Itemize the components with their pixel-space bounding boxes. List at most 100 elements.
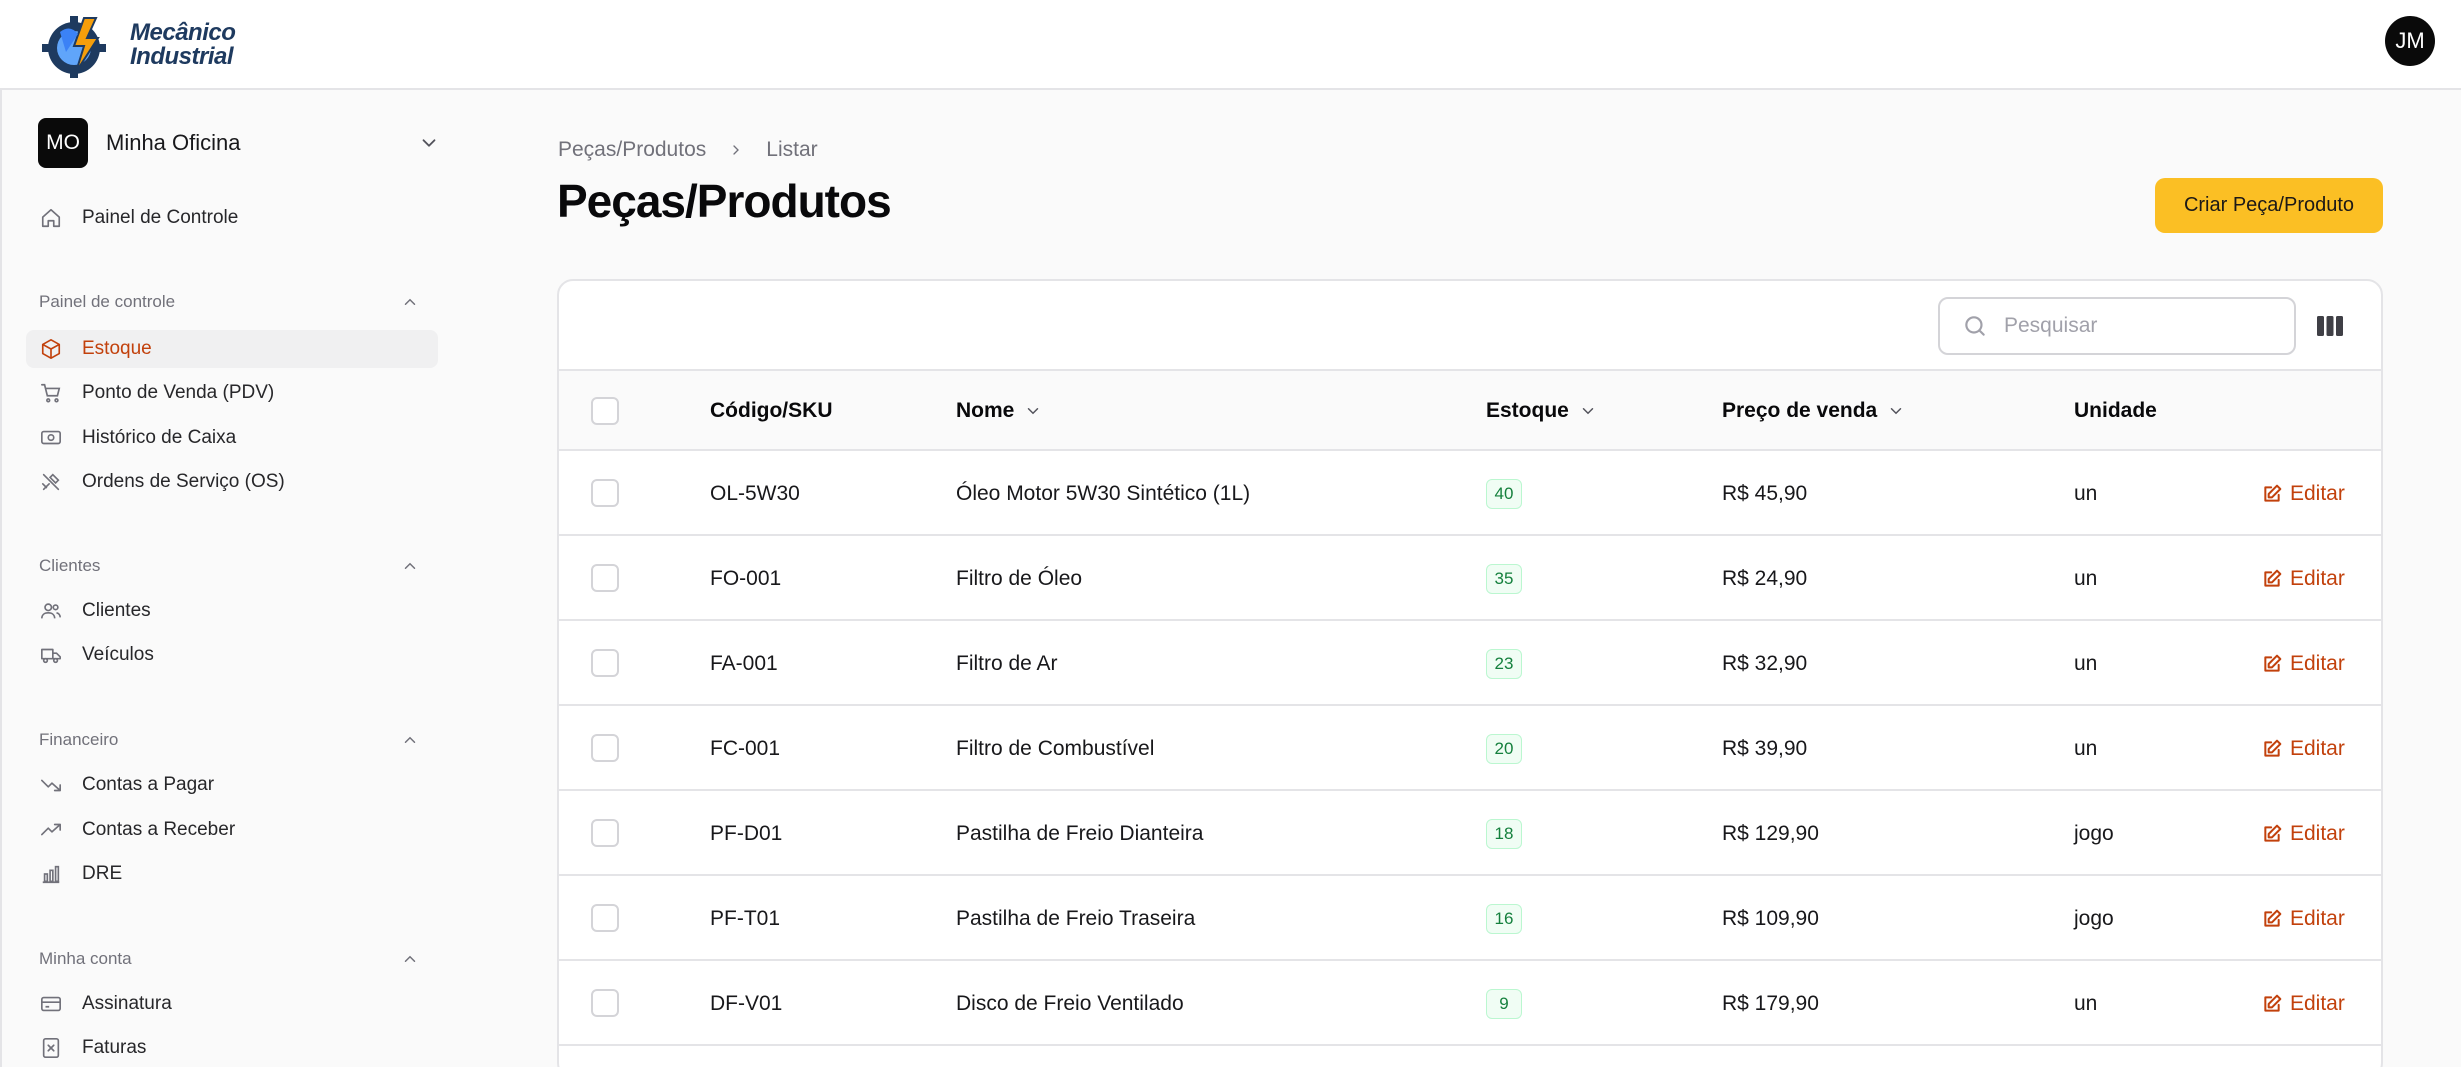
cell-price: R$ 45,90 bbox=[1722, 481, 1808, 505]
cell-name: Disco de Freio Ventilado bbox=[956, 991, 1184, 1015]
cell-name: Pastilha de Freio Dianteira bbox=[956, 821, 1204, 845]
org-switcher[interactable]: MO Minha Oficina bbox=[38, 118, 448, 168]
nav-ordens-servico[interactable]: Ordens de Serviço (OS) bbox=[26, 463, 438, 501]
breadcrumb-item-products[interactable]: Peças/Produtos bbox=[558, 138, 706, 162]
group-financeiro[interactable]: Financeiro bbox=[39, 728, 419, 752]
logo-gear-icon bbox=[40, 12, 126, 78]
main-content: Peças/Produtos Listar Peças/Produtos Cri… bbox=[458, 90, 2461, 1067]
group-painel-de-controle[interactable]: Painel de controle bbox=[39, 290, 419, 314]
column-header-name[interactable]: Nome bbox=[956, 371, 1042, 451]
edit-link[interactable]: Editar bbox=[2262, 822, 2345, 846]
nav-assinatura[interactable]: Assinatura bbox=[26, 985, 438, 1023]
column-header-sku: Código/SKU bbox=[710, 399, 833, 422]
cell-unit: un bbox=[2074, 991, 2098, 1015]
cell-price: R$ 32,90 bbox=[1722, 651, 1808, 675]
column-header-unit: Unidade bbox=[2074, 399, 2157, 422]
nav-dre[interactable]: DRE bbox=[26, 855, 438, 893]
app-logo[interactable]: Mecânico Industrial bbox=[40, 10, 236, 80]
org-avatar: MO bbox=[38, 118, 88, 168]
cell-name: Filtro de Ar bbox=[956, 651, 1058, 675]
nav-contas-pagar[interactable]: Contas a Pagar bbox=[26, 766, 438, 804]
cash-icon bbox=[40, 427, 62, 449]
sort-chevron-icon bbox=[1028, 408, 1039, 415]
cell-sku: FC-001 bbox=[710, 736, 781, 760]
home-icon bbox=[40, 207, 62, 229]
nav-label: Contas a Pagar bbox=[82, 774, 215, 795]
group-clientes[interactable]: Clientes bbox=[39, 554, 419, 578]
chevron-up-icon bbox=[404, 955, 416, 962]
cell-unit: un bbox=[2074, 736, 2098, 760]
group-minha-conta[interactable]: Minha conta bbox=[39, 947, 419, 971]
columns-toggle-button[interactable] bbox=[2315, 311, 2345, 341]
select-all-checkbox[interactable] bbox=[591, 397, 619, 425]
nav-faturas[interactable]: Faturas bbox=[26, 1029, 438, 1067]
top-bar: Mecânico Industrial JM bbox=[0, 0, 2461, 90]
nav-clientes[interactable]: Clientes bbox=[26, 592, 438, 630]
row-checkbox[interactable] bbox=[591, 734, 619, 762]
nav-label: Veículos bbox=[82, 644, 154, 665]
table-row: DF-V01 Disco de Freio Ventilado 9 R$ 179… bbox=[559, 961, 2381, 1046]
cell-name: Pastilha de Freio Traseira bbox=[956, 906, 1196, 930]
cell-sku: DF-V01 bbox=[710, 991, 783, 1015]
edit-icon bbox=[2264, 654, 2282, 672]
users-icon bbox=[40, 600, 62, 622]
cell-sku: FA-001 bbox=[710, 651, 778, 675]
row-checkbox[interactable] bbox=[591, 904, 619, 932]
cell-sku: PF-T01 bbox=[710, 906, 781, 930]
edit-icon bbox=[2264, 909, 2282, 927]
cell-unit: jogo bbox=[2074, 821, 2114, 845]
edit-icon bbox=[2264, 569, 2282, 587]
cart-icon bbox=[40, 382, 62, 404]
chevron-up-icon bbox=[404, 736, 416, 743]
edit-link[interactable]: Editar bbox=[2262, 567, 2345, 591]
cell-sku: FO-001 bbox=[710, 566, 782, 590]
nav-contas-receber[interactable]: Contas a Receber bbox=[26, 811, 438, 849]
tools-icon bbox=[40, 471, 62, 493]
cell-unit: un bbox=[2074, 651, 2098, 675]
edit-link[interactable]: Editar bbox=[2262, 737, 2345, 761]
nav-label: Contas a Receber bbox=[82, 819, 236, 840]
stock-badge: 20 bbox=[1486, 733, 1522, 764]
row-checkbox[interactable] bbox=[591, 819, 619, 847]
columns-icon bbox=[2317, 316, 2343, 336]
sidebar: MO Minha Oficina Painel de Controle Pain… bbox=[0, 90, 458, 1067]
trending-up-icon bbox=[40, 819, 62, 841]
truck-icon bbox=[40, 644, 62, 666]
table-row: OL-5W30 Óleo Motor 5W30 Sintético (1L) 4… bbox=[559, 451, 2381, 536]
cube-icon bbox=[40, 338, 62, 360]
search-icon bbox=[1965, 316, 1985, 336]
row-checkbox[interactable] bbox=[591, 649, 619, 677]
row-checkbox[interactable] bbox=[591, 479, 619, 507]
credit-card-icon bbox=[40, 993, 62, 1015]
nav-pdv[interactable]: Ponto de Venda (PDV) bbox=[26, 374, 438, 412]
edit-icon bbox=[2264, 824, 2282, 842]
chevron-right-icon bbox=[733, 145, 740, 155]
nav-estoque[interactable]: Estoque bbox=[26, 330, 438, 368]
sort-chevron-icon bbox=[1890, 408, 1902, 415]
edit-link[interactable]: Editar bbox=[2262, 652, 2345, 676]
edit-link[interactable]: Editar bbox=[2262, 907, 2345, 931]
nav-historico-caixa[interactable]: Histórico de Caixa bbox=[26, 419, 438, 457]
search-box[interactable] bbox=[1938, 297, 2296, 355]
table-row: PF-T01 Pastilha de Freio Traseira 16 R$ … bbox=[559, 876, 2381, 961]
edit-link[interactable]: Editar bbox=[2262, 992, 2345, 1016]
stock-badge: 35 bbox=[1486, 563, 1522, 594]
cell-unit: un bbox=[2074, 566, 2098, 590]
nav-label: Estoque bbox=[82, 338, 152, 359]
chevron-up-icon bbox=[404, 562, 416, 569]
edit-link[interactable]: Editar bbox=[2262, 482, 2345, 506]
nav-veiculos[interactable]: Veículos bbox=[26, 636, 438, 674]
table-toolbar bbox=[559, 281, 2381, 371]
sort-chevron-icon bbox=[1582, 408, 1594, 415]
user-avatar[interactable]: JM bbox=[2385, 16, 2435, 66]
search-input[interactable] bbox=[2004, 314, 2264, 338]
stock-badge: 16 bbox=[1486, 903, 1522, 934]
create-product-button[interactable]: Criar Peça/Produto bbox=[2155, 178, 2383, 233]
nav-dashboard[interactable]: Painel de Controle bbox=[26, 199, 438, 237]
column-header-price[interactable]: Preço de venda bbox=[1722, 371, 1905, 451]
row-checkbox[interactable] bbox=[591, 564, 619, 592]
row-checkbox[interactable] bbox=[591, 989, 619, 1017]
table-row: PF-D01 Pastilha de Freio Dianteira 18 R$… bbox=[559, 791, 2381, 876]
table-header: Código/SKU Nome Estoque Preço de venda U… bbox=[559, 371, 2381, 451]
column-header-stock[interactable]: Estoque bbox=[1486, 371, 1597, 451]
